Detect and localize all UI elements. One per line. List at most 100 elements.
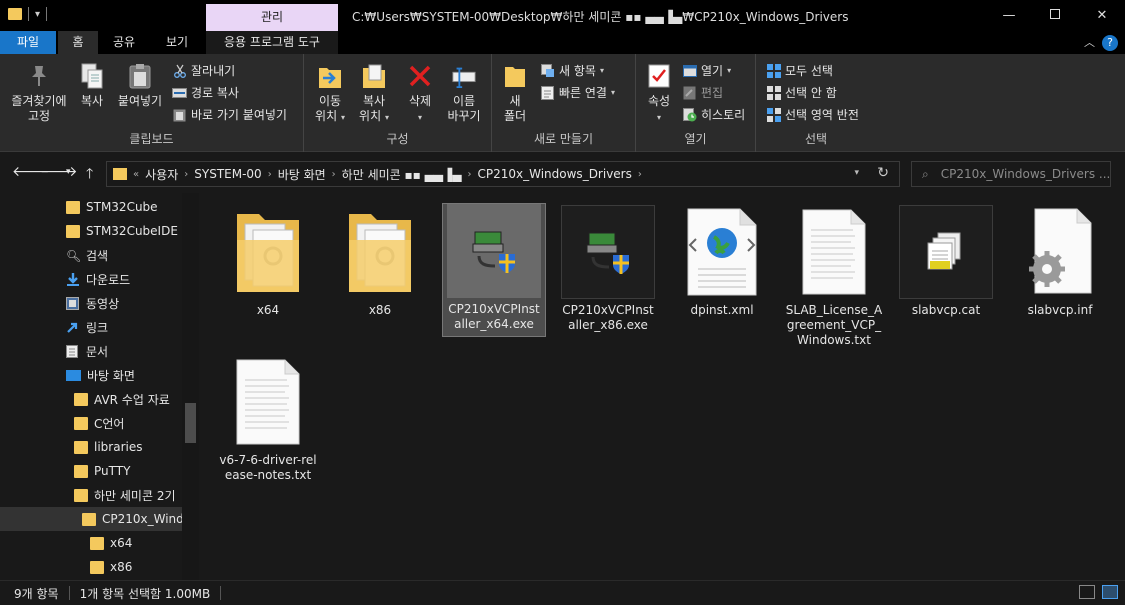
easy-access-button[interactable]: 빠른 연결 ▾ [540, 84, 615, 101]
sidebar-item-stm32cube[interactable]: STM32Cube [0, 195, 182, 219]
tab-application-tools[interactable]: 응용 프로그램 도구 [206, 31, 338, 54]
navigation-scrollbar[interactable] [182, 193, 199, 580]
dropdown-arrow-icon: ▾ [727, 66, 732, 75]
move-to-button[interactable]: 이동 위치 ▾ [310, 62, 350, 125]
sidebar-item-x86[interactable]: x86 [0, 555, 182, 579]
breadcrumb-cp210x[interactable]: CP210x_Windows_Drivers [478, 167, 632, 181]
sidebar-item-x64[interactable]: x64 [0, 531, 182, 555]
file-item-slabvcp-inf[interactable]: slabvcp.inf [1008, 205, 1112, 322]
help-icon[interactable]: ? [1102, 35, 1118, 51]
overflow-icon[interactable]: « [133, 169, 139, 180]
select-none-button[interactable]: 선택 안 함 [766, 84, 837, 101]
history-button[interactable]: 히스토리 [682, 106, 745, 123]
tab-share[interactable]: 공유 [102, 31, 146, 54]
sidebar-item-cp210x[interactable]: CP210x_Windo [0, 507, 182, 531]
breadcrumb-harman-semicon[interactable]: 하만 세미콘 ▪▪ ▄▄▐▄ [342, 166, 462, 183]
paste-icon [127, 62, 153, 90]
delete-button[interactable]: 삭제 ▾ [400, 62, 440, 125]
chevron-right-icon[interactable]: › [468, 169, 472, 180]
up-arrow-icon[interactable]: 🡑 [86, 163, 93, 187]
copy-to-label-line1: 복사 [362, 94, 386, 108]
sidebar-item-searches[interactable]: 🔍︎ 검색 [0, 243, 182, 267]
folder-icon [113, 168, 127, 180]
sidebar-item-harman-semicon[interactable]: 하만 세미콘 2기 [0, 483, 182, 507]
file-item-installer-x64[interactable]: CP210xVCPInstaller_x64.exe [442, 203, 546, 337]
tab-home[interactable]: 홈 [58, 31, 98, 54]
new-folder-button[interactable]: 새 폴더 [498, 62, 532, 124]
cut-button[interactable]: 잘라내기 [172, 62, 235, 79]
history-label: 히스토리 [701, 108, 746, 122]
forward-arrow-icon[interactable]: 🡒 [40, 163, 78, 180]
catalog-icon [899, 205, 993, 299]
sidebar-item-avr[interactable]: AVR 수업 자료 [0, 387, 182, 411]
file-name: slabvcp.inf [1027, 303, 1093, 317]
delete-label: 삭제 [408, 94, 432, 108]
sidebar-item-downloads[interactable]: 다운로드 [0, 267, 182, 291]
close-button[interactable]: ✕ [1079, 0, 1125, 31]
copy-path-button[interactable]: 경로 복사 [172, 84, 239, 101]
chevron-right-icon[interactable]: › [332, 169, 336, 180]
properties-button[interactable]: 속성 ▾ [640, 62, 678, 125]
sidebar-item-stm32cubeide[interactable]: STM32CubeIDE [0, 219, 182, 243]
collapse-ribbon-icon[interactable]: ︿ [1084, 31, 1095, 54]
chevron-right-icon[interactable]: › [268, 169, 272, 180]
select-all-button[interactable]: 모두 선택 [766, 62, 833, 79]
dropdown-arrow-icon: ▾ [610, 88, 615, 97]
invert-selection-button[interactable]: 선택 영역 반전 [766, 106, 859, 123]
refresh-icon[interactable]: ↻ [877, 165, 889, 181]
breadcrumb-desktop[interactable]: 바탕 화면 [278, 166, 326, 183]
breadcrumb-users[interactable]: 사용자 [145, 166, 178, 183]
delete-icon [407, 62, 433, 90]
file-item-release-notes[interactable]: v6-7-6-driver-release-notes.txt [216, 355, 320, 487]
sidebar-item-libraries[interactable]: libraries [0, 435, 182, 459]
address-bar[interactable]: « 사용자 › SYSTEM-00 › 바탕 화면 › 하만 세미콘 ▪▪ ▄▄… [106, 161, 900, 187]
invert-selection-label: 선택 영역 반전 [785, 108, 859, 122]
breadcrumb-system-00[interactable]: SYSTEM-00 [194, 167, 261, 181]
chevron-right-icon[interactable]: › [184, 169, 188, 180]
select-none-label: 선택 안 함 [785, 86, 837, 100]
file-item-installer-x86[interactable]: CP210xVCPInstaller_x86.exe [556, 205, 660, 337]
tab-manage[interactable]: 관리 [206, 4, 338, 31]
minimize-button[interactable]: — [986, 0, 1032, 31]
paste-shortcut-button[interactable]: 바로 가기 붙여넣기 [172, 106, 287, 123]
tab-view[interactable]: 보기 [152, 31, 202, 54]
new-item-button[interactable]: 새 항목 ▾ [540, 62, 604, 79]
address-dropdown-icon[interactable]: ▾ [854, 168, 859, 178]
file-item-dpinst-xml[interactable]: dpinst.xml [670, 205, 774, 322]
open-button[interactable]: 열기 ▾ [682, 62, 731, 79]
pin-to-quick-access-button[interactable]: 즐겨찾기에 고정 [6, 62, 72, 124]
maximize-button[interactable] [1032, 0, 1078, 31]
file-item-x64[interactable]: x64 [216, 205, 320, 322]
open-label: 열기 [701, 64, 724, 78]
sidebar-item-c-language[interactable]: C언어 [0, 411, 182, 435]
file-item-slab-license[interactable]: SLAB_License_Agreement_VCP_Windows.txt [782, 205, 886, 352]
group-select: 모두 선택 선택 안 함 선택 영역 반전 선택 [756, 54, 876, 152]
recent-locations-icon[interactable]: ▾ [66, 167, 71, 177]
file-name: CP210xVCPInstaller_x86.exe [562, 303, 654, 332]
file-item-x86[interactable]: x86 [328, 205, 432, 322]
customize-toolbar-icon[interactable]: ▾ [35, 9, 40, 20]
sidebar-item-documents[interactable]: 문서 [0, 339, 182, 363]
sidebar-item-label: PuTTY [94, 464, 131, 478]
sidebar-item-putty[interactable]: PuTTY [0, 459, 182, 483]
paste-button[interactable]: 붙여넣기 [114, 62, 166, 109]
open-icon [682, 64, 697, 78]
sidebar-item-links[interactable]: 링크 [0, 315, 182, 339]
tab-file[interactable]: 파일 [0, 31, 56, 54]
sidebar-item-videos[interactable]: 동영상 [0, 291, 182, 315]
copy-button[interactable]: 복사 [74, 62, 110, 109]
window-title: C:₩Users₩SYSTEM-00₩Desktop₩하만 세미콘 ▪▪ ▄▄▐… [352, 10, 849, 24]
sidebar-item-label: 바탕 화면 [87, 368, 135, 383]
paste-label: 붙여넣기 [117, 94, 163, 108]
edit-button[interactable]: 편집 [682, 84, 723, 101]
rename-button[interactable]: 이름 바꾸기 [442, 62, 486, 124]
search-icon: ⌕ [922, 166, 929, 181]
search-input[interactable]: ⌕ CP210x_Windows_Drivers ... [911, 161, 1111, 187]
scrollbar-thumb[interactable] [185, 403, 196, 443]
chevron-right-icon[interactable]: › [638, 169, 642, 180]
file-item-slabvcp-cat[interactable]: slabvcp.cat [894, 205, 998, 322]
copy-to-button[interactable]: 복사 위치 ▾ [354, 62, 394, 125]
large-icons-view-icon[interactable] [1102, 585, 1118, 599]
details-view-icon[interactable] [1079, 585, 1095, 599]
sidebar-item-desktop[interactable]: 바탕 화면 [0, 363, 182, 387]
